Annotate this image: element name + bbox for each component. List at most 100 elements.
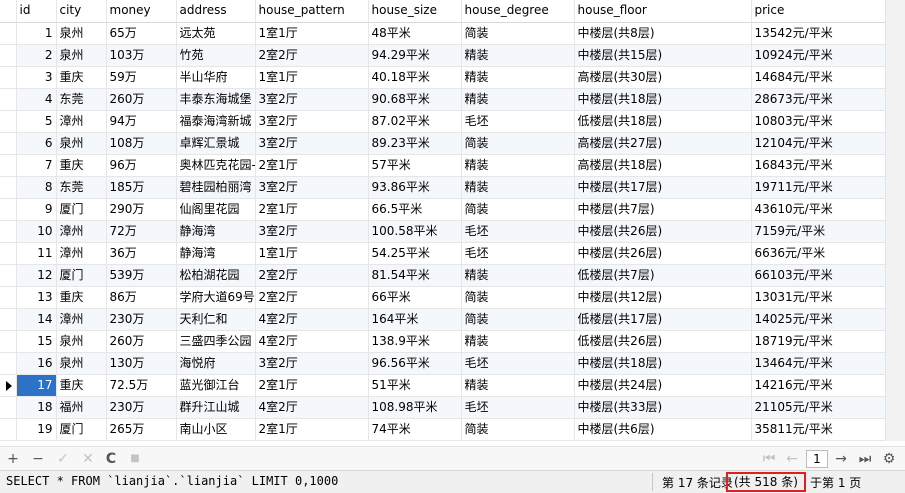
cell-address[interactable]: 蓝光御江台 [176, 374, 256, 397]
cell-house-degree[interactable]: 简装 [461, 418, 575, 441]
row-marker[interactable] [0, 418, 17, 441]
cell-house-pattern[interactable]: 2室1厅 [255, 198, 369, 221]
apply-icon[interactable]: ✓ [54, 450, 72, 468]
table-row[interactable]: 12 厦门 539万 松柏湖花园 2室2厅 81.54平米 精装 低楼层(共7层) 66103元… [0, 264, 886, 287]
cell-money[interactable]: 130万 [106, 352, 177, 375]
cell-address[interactable]: 丰泰东海城堡 [176, 88, 256, 111]
result-grid[interactable]: id city money address house_pattern hous… [0, 0, 905, 441]
cell-house-pattern[interactable]: 2室1厅 [255, 374, 369, 397]
cell-city[interactable]: 漳州 [56, 110, 107, 133]
cell-house-floor[interactable]: 中楼层(共26层) [574, 220, 752, 243]
cell-city[interactable]: 厦门 [56, 418, 107, 441]
cell-house-pattern[interactable]: 2室2厅 [255, 264, 369, 287]
cell-house-floor[interactable]: 高楼层(共18层) [574, 154, 752, 177]
cell-house-floor[interactable]: 低楼层(共26层) [574, 330, 752, 353]
cell-id[interactable]: 9 [16, 198, 57, 221]
cell-city[interactable]: 重庆 [56, 374, 107, 397]
cell-money[interactable]: 72万 [106, 220, 177, 243]
column-header-house-floor[interactable]: house_floor [574, 0, 752, 23]
column-header-city[interactable]: city [56, 0, 107, 23]
cell-house-size[interactable]: 66平米 [368, 286, 462, 309]
cell-price[interactable]: 14025元/平米 [751, 308, 886, 331]
cell-price[interactable]: 10803元/平米 [751, 110, 886, 133]
cell-house-degree[interactable]: 毛坯 [461, 396, 575, 419]
table-row[interactable]: 19 厦门 265万 南山小区 2室1厅 74平米 简装 中楼层(共6层) 35811元/平米 [0, 418, 886, 441]
cell-house-size[interactable]: 108.98平米 [368, 396, 462, 419]
cell-house-floor[interactable]: 低楼层(共7层) [574, 264, 752, 287]
row-marker[interactable] [0, 198, 17, 221]
table-row[interactable]: 3 重庆 59万 半山华府 1室1厅 40.18平米 精装 高楼层(共30层) 14684元/平… [0, 66, 886, 89]
cell-house-floor[interactable]: 高楼层(共30层) [574, 66, 752, 89]
cell-address[interactable]: 松柏湖花园 [176, 264, 256, 287]
row-marker[interactable] [0, 88, 17, 111]
cell-city[interactable]: 福州 [56, 396, 107, 419]
table-row[interactable]: 16 泉州 130万 海悦府 3室2厅 96.56平米 毛坯 中楼层(共18层) 13464元/… [0, 352, 886, 375]
cell-city[interactable]: 漳州 [56, 220, 107, 243]
cell-money[interactable]: 94万 [106, 110, 177, 133]
cell-house-pattern[interactable]: 2室2厅 [255, 44, 369, 67]
cell-house-degree[interactable]: 毛坯 [461, 110, 575, 133]
cell-price[interactable]: 66103元/平米 [751, 264, 886, 287]
column-header-price[interactable]: price [751, 0, 886, 23]
row-marker[interactable] [0, 132, 17, 155]
table-row[interactable]: 9 厦门 290万 仙阁里花园 2室1厅 66.5平米 简装 中楼层(共7层) 43610元/平… [0, 198, 886, 221]
prev-page-icon[interactable]: ← [783, 450, 801, 468]
settings-icon[interactable]: ⚙ [880, 450, 898, 468]
row-marker[interactable] [0, 264, 17, 287]
cell-house-pattern[interactable]: 3室2厅 [255, 352, 369, 375]
column-header-address[interactable]: address [176, 0, 256, 23]
page-number-input[interactable]: 1 [806, 450, 828, 468]
cell-house-size[interactable]: 90.68平米 [368, 88, 462, 111]
next-page-icon[interactable]: → [832, 450, 850, 468]
cell-id[interactable]: 16 [16, 352, 57, 375]
cell-city[interactable]: 泉州 [56, 352, 107, 375]
cell-house-size[interactable]: 164平米 [368, 308, 462, 331]
cell-price[interactable]: 21105元/平米 [751, 396, 886, 419]
cell-money[interactable]: 185万 [106, 176, 177, 199]
cell-city[interactable]: 泉州 [56, 44, 107, 67]
cell-address[interactable]: 海悦府 [176, 352, 256, 375]
cell-house-degree[interactable]: 简装 [461, 22, 575, 45]
cell-id[interactable]: 17 [16, 374, 57, 397]
remove-icon[interactable]: − [29, 450, 47, 468]
cell-house-degree[interactable]: 精装 [461, 44, 575, 67]
cell-address[interactable]: 碧桂园柏丽湾 [176, 176, 256, 199]
cell-house-degree[interactable]: 简装 [461, 286, 575, 309]
row-marker[interactable] [0, 352, 17, 375]
cell-id[interactable]: 18 [16, 396, 57, 419]
column-header-id[interactable]: id [16, 0, 57, 23]
cell-house-pattern[interactable]: 3室2厅 [255, 176, 369, 199]
cell-house-degree[interactable]: 精装 [461, 88, 575, 111]
cell-city[interactable]: 泉州 [56, 22, 107, 45]
cell-house-degree[interactable]: 简装 [461, 308, 575, 331]
row-marker[interactable] [0, 154, 17, 177]
cell-address[interactable]: 福泰海湾新城 [176, 110, 256, 133]
cell-money[interactable]: 36万 [106, 242, 177, 265]
table-row[interactable]: 8 东莞 185万 碧桂园柏丽湾 3室2厅 93.86平米 精装 中楼层(共17层) 19711… [0, 176, 886, 199]
cell-house-pattern[interactable]: 4室2厅 [255, 308, 369, 331]
cell-house-pattern[interactable]: 2室1厅 [255, 418, 369, 441]
table-row[interactable]: 18 福州 230万 群升江山城 4室2厅 108.98平米 毛坯 中楼层(共33层) 2110… [0, 396, 886, 419]
cell-price[interactable]: 16843元/平米 [751, 154, 886, 177]
add-icon[interactable]: + [4, 450, 22, 468]
table-row[interactable]: 7 重庆 96万 奥林匹克花园- 2室1厅 57平米 精装 高楼层(共18层) 16843元/平… [0, 154, 886, 177]
cell-house-size[interactable]: 66.5平米 [368, 198, 462, 221]
cell-house-degree[interactable]: 精装 [461, 66, 575, 89]
cell-house-floor[interactable]: 低楼层(共18层) [574, 110, 752, 133]
cell-house-size[interactable]: 74平米 [368, 418, 462, 441]
cell-city[interactable]: 泉州 [56, 330, 107, 353]
row-marker[interactable] [0, 220, 17, 243]
column-header-house-size[interactable]: house_size [368, 0, 462, 23]
cell-price[interactable]: 43610元/平米 [751, 198, 886, 221]
cell-price[interactable]: 14684元/平米 [751, 66, 886, 89]
table-row[interactable]: 5 漳州 94万 福泰海湾新城 3室2厅 87.02平米 毛坯 低楼层(共18层) 10803元… [0, 110, 886, 133]
cell-id[interactable]: 14 [16, 308, 57, 331]
cell-money[interactable]: 103万 [106, 44, 177, 67]
cell-address[interactable]: 竹苑 [176, 44, 256, 67]
cell-id[interactable]: 15 [16, 330, 57, 353]
cell-house-floor[interactable]: 中楼层(共6层) [574, 418, 752, 441]
table-row[interactable]: 13 重庆 86万 学府大道69号 2室2厅 66平米 简装 中楼层(共12层) 13031元/… [0, 286, 886, 309]
cell-house-floor[interactable]: 中楼层(共8层) [574, 22, 752, 45]
cell-address[interactable]: 学府大道69号 [176, 286, 256, 309]
cell-house-size[interactable]: 87.02平米 [368, 110, 462, 133]
